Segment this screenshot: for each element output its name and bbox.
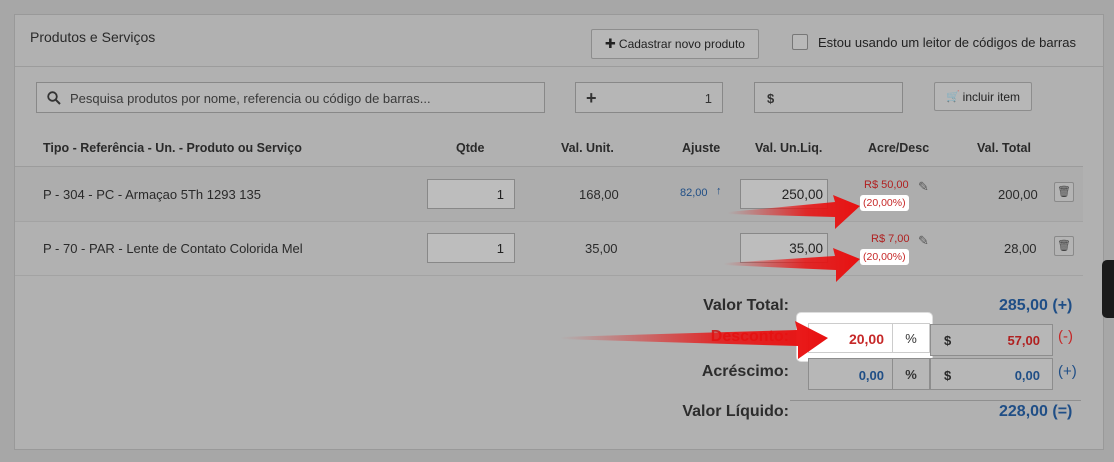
col-header-total: Val. Total xyxy=(977,141,1031,155)
new-product-button[interactable]: ✚ Cadastrar novo produto xyxy=(591,29,759,59)
col-header-product: Tipo - Referência - Un. - Produto ou Ser… xyxy=(43,141,302,155)
col-header-qty: Qtde xyxy=(456,141,485,155)
total-value: 285,00 (+) xyxy=(999,297,1073,314)
row-qty-input[interactable]: 1 xyxy=(427,233,515,263)
include-item-button[interactable]: 🛒 incluir item xyxy=(934,82,1032,111)
cart-icon: 🛒 xyxy=(945,91,960,103)
search-icon xyxy=(47,91,61,105)
row-total: 200,00 xyxy=(998,187,1038,202)
price-input[interactable]: $ xyxy=(754,82,903,113)
pencil-icon[interactable]: ✎ xyxy=(918,179,929,195)
trash-icon[interactable]: 🗑 xyxy=(1054,182,1074,202)
row-unit-price: 35,00 xyxy=(585,241,618,256)
addition-pct-symbol: % xyxy=(892,358,930,390)
col-header-acre: Acre/Desc xyxy=(868,141,930,155)
products-panel: Produtos e Serviços ✚ Cadastrar novo pro… xyxy=(14,14,1104,450)
row-total: 28,00 xyxy=(1004,241,1037,256)
row-liq-input[interactable]: 250,00 xyxy=(740,179,828,209)
row-divider xyxy=(15,275,1083,276)
row-product: P - 70 - PAR - Lente de Contato Colorida… xyxy=(43,241,303,256)
discount-percent-input[interactable]: 20,00 xyxy=(808,323,893,353)
row-acre-money: R$ 7,00 xyxy=(871,233,910,245)
discount-label: Desconto: xyxy=(710,328,789,345)
arrow-up-icon: ↑ xyxy=(716,185,722,197)
discount-money-input[interactable]: $ 57,00 xyxy=(930,324,1053,356)
quantity-input[interactable]: + 1 xyxy=(575,82,723,113)
pencil-icon[interactable]: ✎ xyxy=(918,233,929,249)
barcode-label: Estou usando um leitor de códigos de bar… xyxy=(818,35,1076,50)
discount-money-value: 57,00 xyxy=(1007,333,1040,348)
row-acre-pct: (20,00%) xyxy=(860,195,909,211)
row-qty-input[interactable]: 1 xyxy=(427,179,515,209)
net-label: Valor Líquido: xyxy=(682,403,789,420)
addition-money-value: 0,00 xyxy=(1014,368,1040,383)
search-input[interactable]: Pesquisa produtos por nome, referencia o… xyxy=(36,82,545,113)
addition-label: Acréscimo: xyxy=(701,363,789,380)
plus-icon: ✚ xyxy=(605,36,616,51)
col-header-unit: Val. Unit. xyxy=(561,141,614,155)
header-divider xyxy=(15,66,1103,67)
currency-symbol: $ xyxy=(944,333,952,348)
side-tab[interactable] xyxy=(1102,260,1114,318)
barcode-checkbox[interactable] xyxy=(792,34,808,50)
new-product-label: Cadastrar novo produto xyxy=(618,37,745,51)
panel-title: Produtos e Serviços xyxy=(30,29,156,45)
row-liq-input[interactable]: 35,00 xyxy=(740,233,828,263)
addition-money-input[interactable]: $ 0,00 xyxy=(930,358,1053,390)
currency-symbol: $ xyxy=(944,368,952,383)
addition-percent-input[interactable]: 0,00 xyxy=(808,358,893,390)
row-acre-pct: (20,00%) xyxy=(860,249,909,265)
addition-sign: (+) xyxy=(1058,363,1077,380)
row-adjust: 82,00 xyxy=(680,187,708,199)
row-acre-money: R$ 50,00 xyxy=(864,179,909,191)
col-header-adjust: Ajuste xyxy=(682,141,721,155)
quantity-value: 1 xyxy=(704,91,712,106)
net-value: 228,00 (=) xyxy=(999,403,1073,420)
row-unit-price: 168,00 xyxy=(579,187,619,202)
trash-icon[interactable]: 🗑 xyxy=(1054,236,1074,256)
include-item-label: incluir item xyxy=(962,89,1021,104)
search-placeholder: Pesquisa produtos por nome, referencia o… xyxy=(70,91,431,106)
row-product: P - 304 - PC - Armaçao 5Th 1293 135 xyxy=(43,187,261,202)
discount-sign: (-) xyxy=(1058,328,1073,345)
summary-divider xyxy=(790,400,1081,401)
plus-icon: + xyxy=(586,88,597,108)
price-prefix: $ xyxy=(767,91,775,106)
discount-pct-symbol: % xyxy=(892,323,930,353)
total-label: Valor Total: xyxy=(703,297,789,314)
row-divider xyxy=(15,221,1083,222)
col-header-liq: Val. Un.Liq. xyxy=(755,141,823,155)
